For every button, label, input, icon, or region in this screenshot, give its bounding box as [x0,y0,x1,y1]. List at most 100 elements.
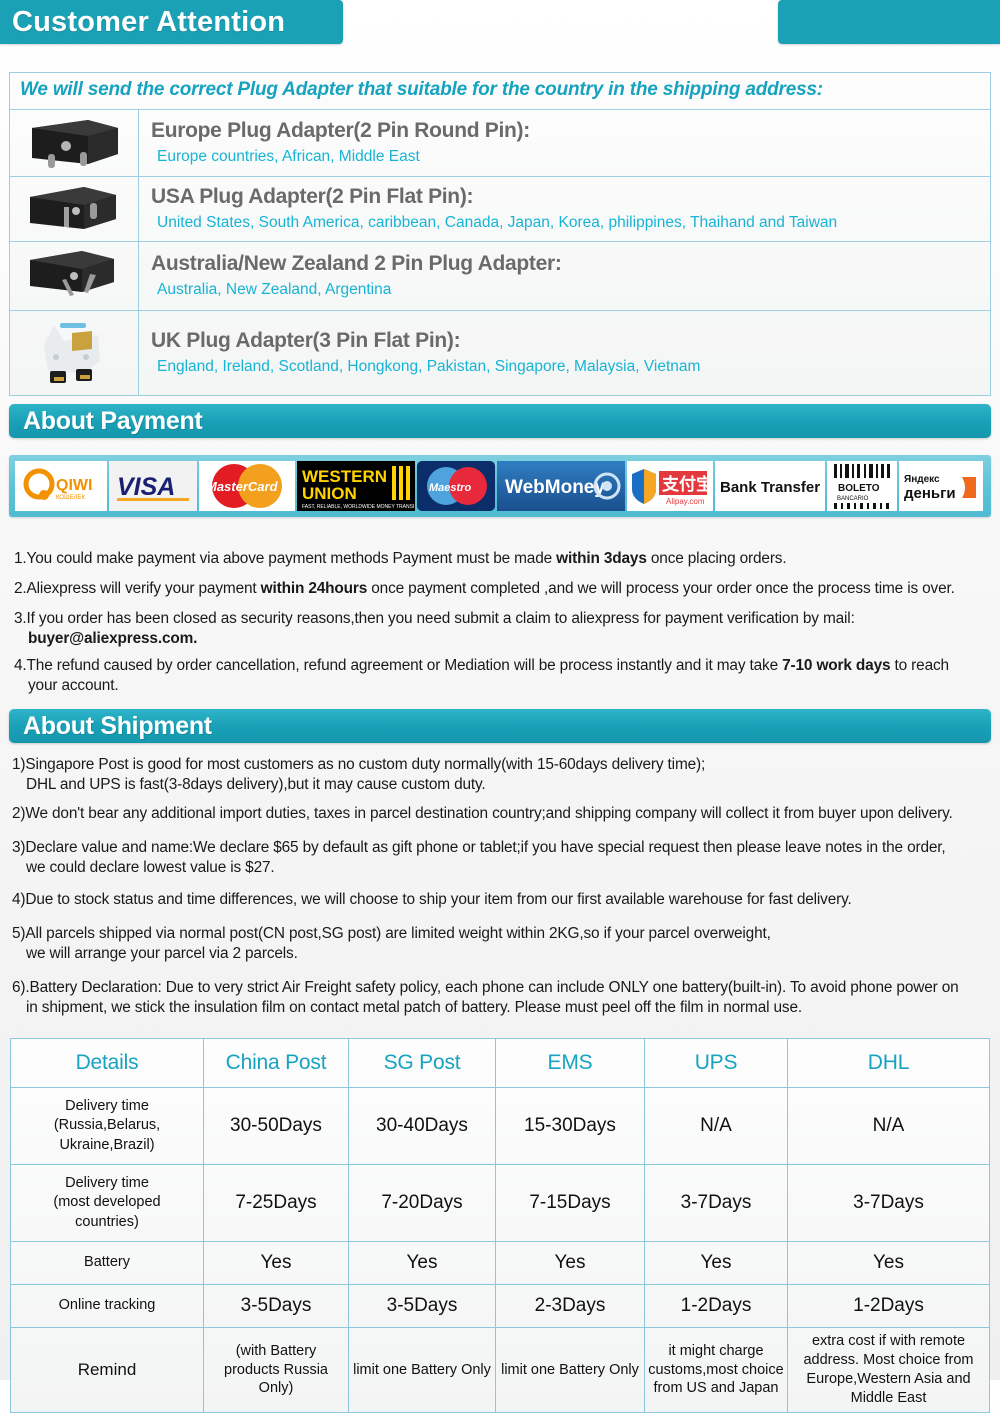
cell-battery-china-post: Yes [203,1241,349,1285]
table-row: Delivery time (most developed countries)… [10,1164,990,1242]
plug-countries: United States, South America, caribbean,… [157,213,838,231]
svg-text:VISA: VISA [117,473,175,501]
shipment-note-6: 6).Battery Declaration: Due to very stri… [12,978,1000,1019]
cell-delivery-russia-ups: N/A [644,1087,788,1165]
col-header-dhl: DHL [787,1038,990,1088]
plug-intro-row: We will send the correct Plug Adapter th… [9,72,991,110]
cell-remind-ups: it might charge customs,most choice from… [644,1327,788,1413]
plug-intro-text: We will send the correct Plug Adapter th… [9,72,991,110]
payment-note-1-a: You could make payment via above payment… [26,550,557,567]
payment-note-2-c: once payment completed ,and we will proc… [367,580,955,597]
shipment-note-3-line1: Declare value and name:We declare $65 by… [25,839,946,856]
row-label-delivery-time-developed: Delivery time (most developed countries) [10,1164,204,1242]
about-shipment-title: About Shipment [23,712,212,740]
cell-delivery-russia-china-post: 30-50Days [203,1087,349,1165]
shipment-note-1: 1)Singapore Post is good for most custom… [12,755,992,796]
svg-text:MasterCard: MasterCard [206,479,279,494]
shipment-note-1-num: 1) [12,756,26,773]
col-header-sg-post: SG Post [348,1038,496,1088]
shipment-note-2-line1: We don't bear any additional import duti… [25,805,953,822]
row-label-delivery-time-russia: Delivery time (Russia,Belarus, Ukraine,B… [10,1087,204,1165]
col-header-ems: EMS [495,1038,645,1088]
australia-plug-adapter-image [9,241,139,311]
shipment-note-1-line1: Singapore Post is good for most customer… [25,756,706,773]
europe-plug-icon [32,120,118,168]
western-union-logo-icon: WESTERN UNION FAST, RELIABLE, WORLDWIDE … [298,461,414,511]
payment-note-2-a: Aliexpress will verify your payment [26,580,261,597]
shipment-note-4: 4)Due to stock status and time differenc… [12,890,997,910]
cell-delivery-developed-sg-post: 7-20Days [348,1164,496,1242]
usa-plug-icon [30,187,116,229]
cell-delivery-developed-china-post: 7-25Days [203,1164,349,1242]
customer-attention-header: Customer Attention [0,0,343,44]
yandex-money-logo: Яндекс деньги [899,461,983,511]
qiwi-logo-icon: QIWI КОШЕЛЕК [23,468,92,501]
plug-adapter-table: We will send the correct Plug Adapter th… [9,72,991,396]
mastercard-logo: MasterCard [199,461,295,511]
table-row: Battery Yes Yes Yes Yes Yes [10,1241,990,1285]
cell-delivery-russia-dhl: N/A [787,1087,990,1165]
about-payment-title: About Payment [23,407,203,435]
alipay-logo: 支付宝 Alipay.com [627,461,713,511]
payment-note-2-b: within 24hours [260,580,368,597]
shipment-note-6-num: 6). [12,979,30,996]
shipping-methods-table: Details China Post SG Post EMS UPS DHL D… [10,1038,990,1413]
shipment-note-3: 3)Declare value and name:We declare $65 … [12,838,997,879]
svg-text:Bank Transfer: Bank Transfer [720,479,820,496]
about-shipment-banner: About Shipment [9,709,991,743]
visa-logo-icon: VISA [117,473,189,501]
shipment-note-6-line1: Battery Declaration: Due to very strict … [29,979,959,996]
row-label-remind: Remind [10,1327,204,1413]
plug-adapter-section: We will send the correct Plug Adapter th… [9,72,991,396]
payment-email: buyer@aliexpress.com. [28,630,198,648]
payment-note-3-a: If you order has been closed as security… [26,610,855,627]
plug-title: Australia/New Zealand 2 Pin Plug Adapter… [151,251,562,275]
maestro-logo-icon: Maestro [427,467,487,505]
shipment-note-2: 2)We don't bear any additional import du… [12,804,997,824]
shipping-table-header-row: Details China Post SG Post EMS UPS DHL [10,1038,990,1088]
cell-remind-sg-post: limit one Battery Only [348,1327,496,1413]
cell-tracking-dhl: 1-2Days [787,1284,990,1328]
table-row: Europe Plug Adapter(2 Pin Round Pin): Eu… [9,109,991,177]
cell-tracking-china-post: 3-5Days [203,1284,349,1328]
shipping-methods-table-wrap: Details China Post SG Post EMS UPS DHL D… [10,1038,990,1413]
svg-text:деньги: деньги [904,485,956,502]
shipment-note-5-line1: All parcels shipped via normal post(CN p… [25,925,771,942]
svg-text:BANCARIO: BANCARIO [837,496,869,502]
cell-battery-sg-post: Yes [348,1241,496,1285]
payment-note-4: 4.The refund caused by order cancellatio… [14,656,994,697]
table-row: Delivery time (Russia,Belarus, Ukraine,B… [10,1087,990,1165]
uk-plug-adapter-image [9,310,139,396]
payment-note-4-num: 4. [14,657,27,674]
shipment-note-6-line2: in shipment, we stick the insulation fil… [26,999,802,1017]
cell-remind-dhl: extra cost if with remote address. Most … [787,1327,990,1413]
cell-remind-china-post: (with Battery products Russia Only) [203,1327,349,1413]
shipment-note-2-num: 2) [12,805,26,822]
webmoney-logo-icon: WebMoney [505,472,621,500]
bank-transfer-logo: Bank Transfer [715,461,825,511]
payment-note-2-num: 2. [14,580,27,597]
row-label-battery: Battery [10,1241,204,1285]
payment-note-1-b: within 3days [556,550,647,567]
uk-plug-icon [44,321,100,383]
shipment-note-5-num: 5) [12,925,26,942]
col-header-china-post: China Post [203,1038,349,1088]
svg-text:UNION: UNION [302,484,357,503]
svg-text:支付宝: 支付宝 [662,474,712,494]
boleto-bancario-logo-icon: BOLETO BANCARIO [834,464,890,509]
cell-tracking-sg-post: 3-5Days [348,1284,496,1328]
alipay-logo-icon: 支付宝 Alipay.com [632,469,712,506]
cell-delivery-russia-sg-post: 30-40Days [348,1087,496,1165]
shipment-note-3-line2: we could declare lowest value is $27. [26,859,275,877]
payment-note-1-c: once placing orders. [646,550,787,567]
mastercard-logo-icon: MasterCard [206,464,282,508]
table-row: Australia/New Zealand 2 Pin Plug Adapter… [9,241,991,311]
header-right-accent-bar [778,0,1000,44]
qiwi-logo: QIWI КОШЕЛЕК [15,461,107,511]
cell-tracking-ems: 2-3Days [495,1284,645,1328]
cell-battery-ups: Yes [644,1241,788,1285]
bank-transfer-logo-icon: Bank Transfer [720,479,820,496]
payment-note-3-num: 3. [14,610,27,627]
svg-text:Maestro: Maestro [429,482,471,494]
svg-text:Alipay.com: Alipay.com [666,497,705,506]
